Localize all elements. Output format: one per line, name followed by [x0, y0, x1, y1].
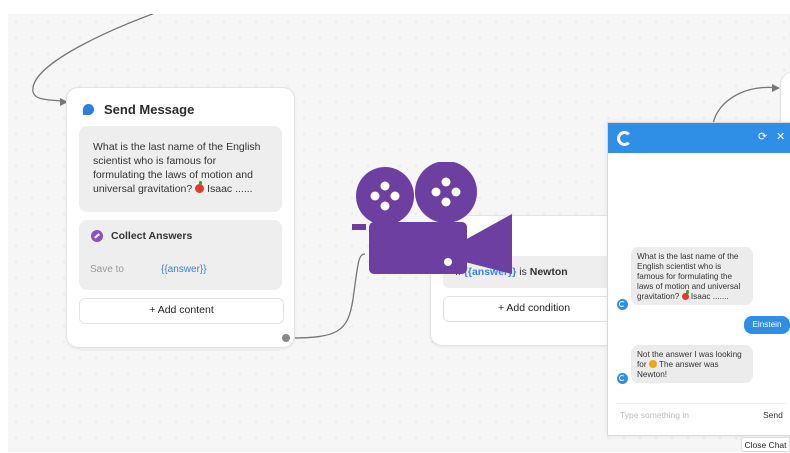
message-bubble-icon [83, 104, 94, 115]
bot-message-2: Not the answer I was looking for The ans… [631, 345, 753, 383]
bot-message-1-suffix: Isaac ....... [690, 292, 729, 301]
chat-widget[interactable]: ⟳ ✕ What is the last name of the English… [607, 122, 790, 436]
condition-value: Newton [529, 266, 568, 278]
left-margin [0, 0, 8, 452]
refresh-icon[interactable]: ⟳ [758, 130, 767, 144]
bot-avatar [617, 373, 628, 384]
orange-emoji-icon [648, 360, 657, 368]
chat-message-input[interactable] [616, 406, 754, 424]
collect-header: Collect Answers [91, 230, 192, 242]
add-condition-button[interactable]: + Add condition [443, 296, 625, 322]
apple-emoji-icon [195, 181, 205, 193]
brand-logo-icon [617, 131, 632, 146]
node-header: Send Message [83, 102, 194, 117]
user-message: Einstein [744, 316, 790, 334]
bot-message-1: What is the last name of the English sci… [631, 247, 753, 305]
message-suffix: Isaac ...... [207, 183, 253, 195]
node-title: Send Message [104, 102, 195, 117]
apple-emoji-icon [681, 290, 689, 300]
close-icon[interactable]: ✕ [776, 130, 785, 144]
save-variable[interactable]: {{answer}} [161, 264, 207, 275]
pencil-icon [91, 230, 103, 242]
flow-canvas[interactable]: Send Message What is the last name of th… [8, 14, 790, 452]
chat-header: ⟳ ✕ [608, 123, 790, 153]
save-to-label: Save to [90, 264, 124, 275]
output-connector[interactable] [282, 334, 290, 342]
chat-input-area: Send [616, 403, 786, 424]
send-button[interactable]: Send [763, 410, 783, 420]
top-margin [0, 0, 790, 14]
is-label: is [519, 266, 527, 278]
add-content-button[interactable]: + Add content [79, 298, 284, 324]
video-camera-icon [352, 162, 512, 274]
send-message-node[interactable]: Send Message What is the last name of th… [66, 87, 295, 348]
collect-answers-block[interactable]: Collect Answers Save to {{answer}} [79, 220, 282, 290]
bot-avatar [617, 299, 628, 310]
close-chat-button[interactable]: Close Chat [741, 437, 790, 452]
collect-title: Collect Answers [111, 230, 193, 242]
message-content-block[interactable]: What is the last name of the English sci… [79, 126, 282, 212]
